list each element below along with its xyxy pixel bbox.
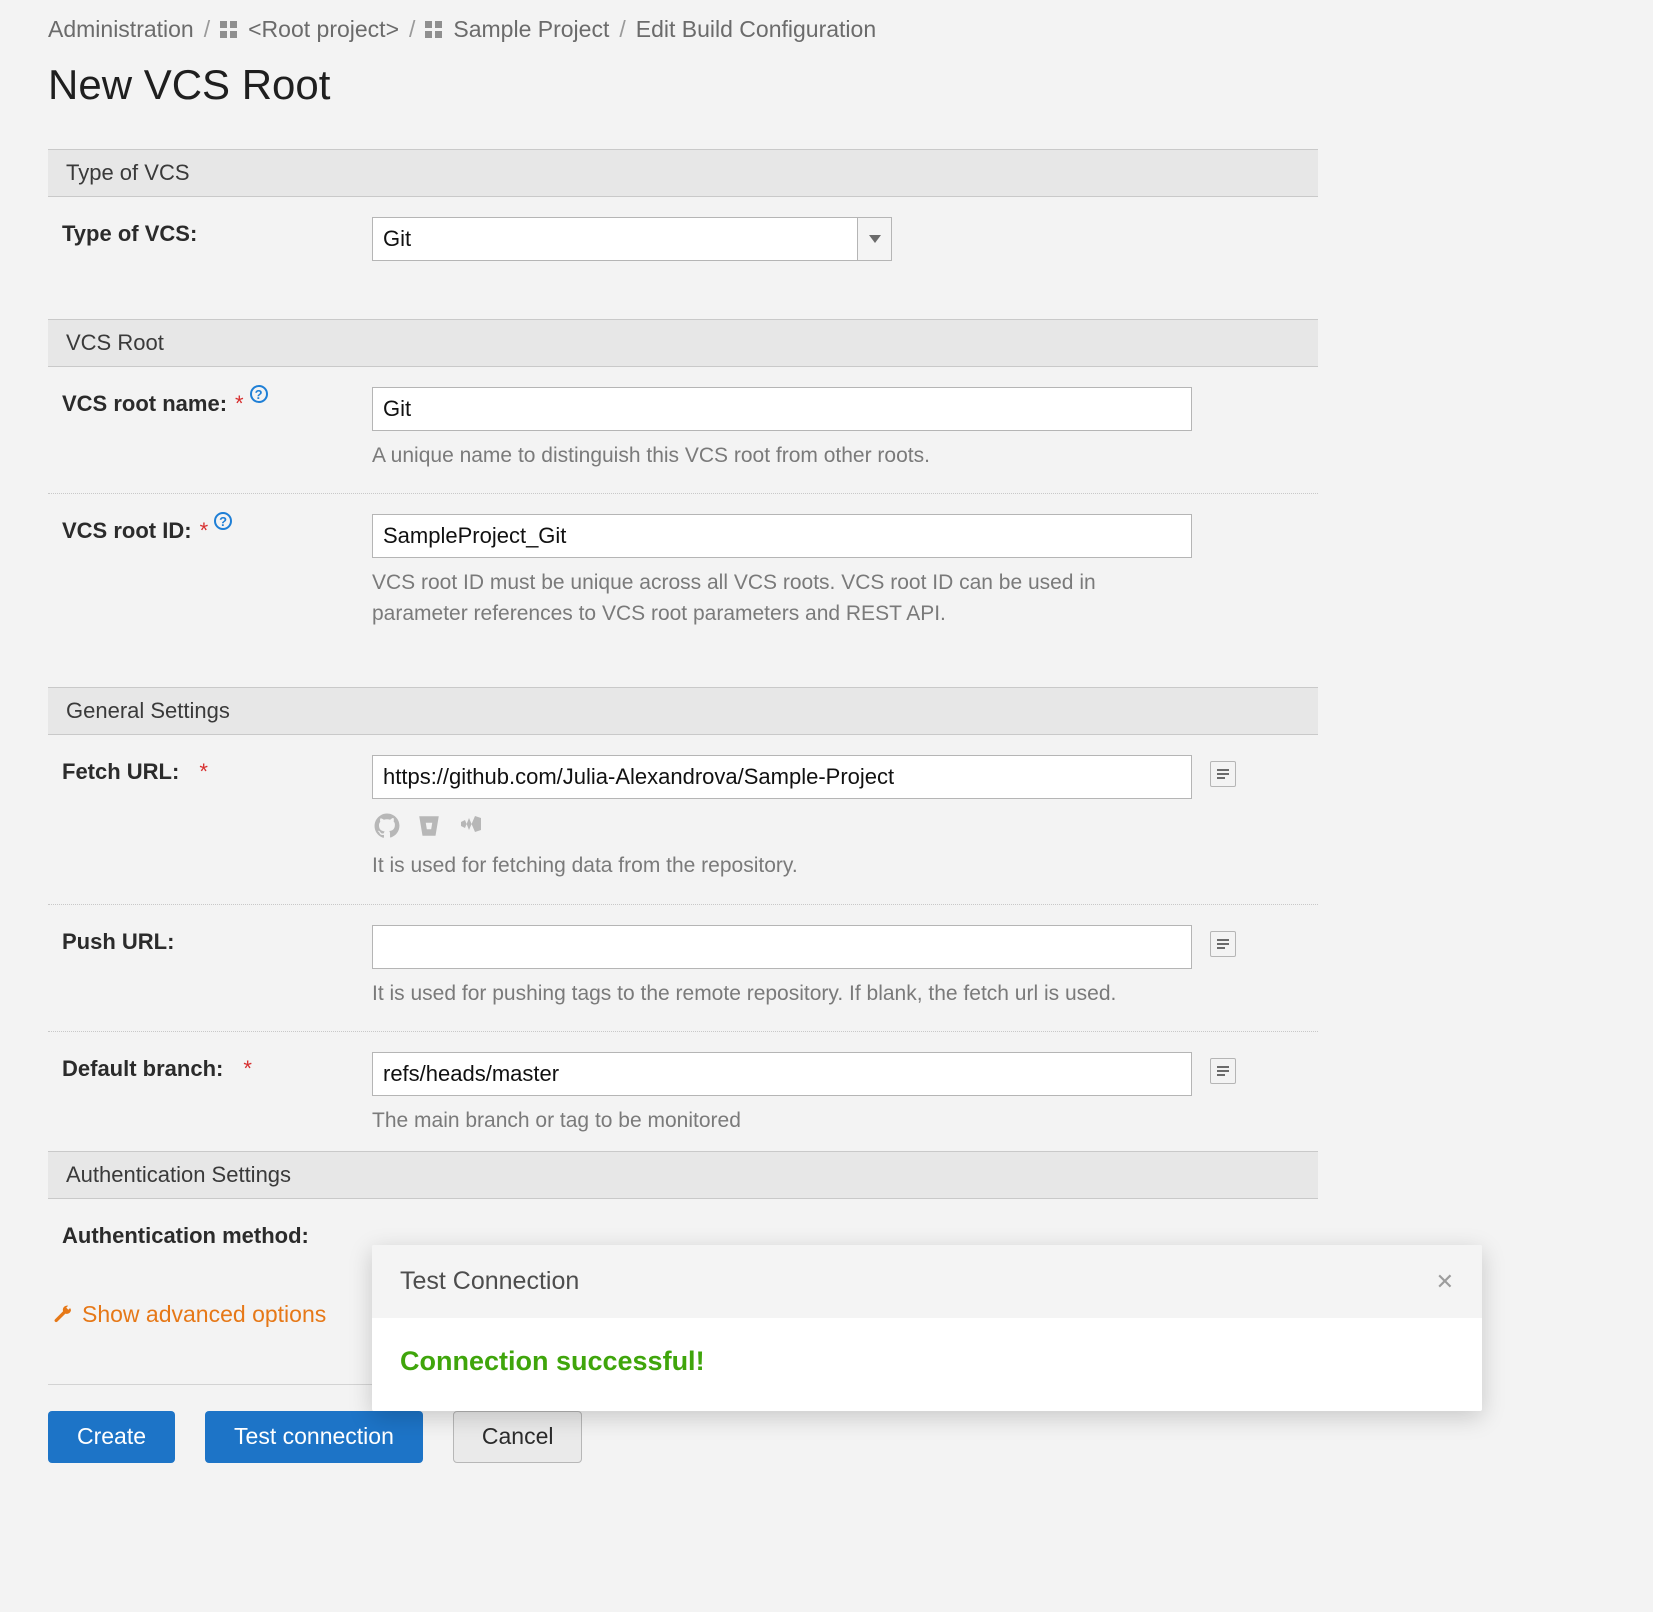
label-default-branch: Default branch: *	[62, 1052, 372, 1082]
breadcrumb-admin[interactable]: Administration	[48, 16, 194, 43]
chevron-down-icon	[857, 218, 891, 260]
hint-fetch-url: It is used for fetching data from the re…	[372, 851, 1192, 881]
required-marker: *	[199, 759, 208, 785]
connection-success-message: Connection successful!	[400, 1346, 1454, 1377]
input-fetch-url[interactable]	[372, 755, 1192, 799]
section-header-vcs-root: VCS Root	[48, 319, 1318, 367]
project-grid-icon	[220, 21, 238, 39]
page-title: New VCS Root	[48, 61, 1605, 109]
label-vcs-root-name: VCS root name: * ?	[62, 387, 372, 417]
input-push-url[interactable]	[372, 925, 1192, 969]
breadcrumb-root[interactable]: <Root project>	[248, 16, 399, 43]
param-ref-icon[interactable]	[1210, 1058, 1236, 1084]
breadcrumb-sep: /	[619, 16, 625, 43]
label-type-of-vcs: Type of VCS:	[62, 217, 372, 247]
breadcrumb-project[interactable]: Sample Project	[453, 16, 609, 43]
breadcrumb: Administration / <Root project> / Sample…	[48, 10, 1605, 61]
label-push-url: Push URL:	[62, 925, 372, 955]
bitbucket-icon[interactable]	[414, 811, 444, 841]
input-default-branch[interactable]	[372, 1052, 1192, 1096]
close-icon[interactable]: ✕	[1436, 1269, 1454, 1295]
label-vcs-root-id: VCS root ID: * ?	[62, 514, 372, 544]
breadcrumb-page[interactable]: Edit Build Configuration	[636, 16, 876, 43]
cancel-button[interactable]: Cancel	[453, 1411, 583, 1463]
help-icon[interactable]: ?	[214, 512, 232, 530]
input-vcs-root-id[interactable]	[372, 514, 1192, 558]
hint-vcs-root-id: VCS root ID must be unique across all VC…	[372, 568, 1192, 629]
select-vcs-type[interactable]: Git	[372, 217, 892, 261]
breadcrumb-sep: /	[409, 16, 415, 43]
required-marker: *	[235, 391, 244, 417]
help-icon[interactable]: ?	[250, 385, 268, 403]
create-button[interactable]: Create	[48, 1411, 175, 1463]
section-header-auth: Authentication Settings	[48, 1151, 1318, 1199]
label-auth-method: Authentication method:	[62, 1219, 372, 1249]
hint-vcs-root-name: A unique name to distinguish this VCS ro…	[372, 441, 1192, 471]
hint-default-branch: The main branch or tag to be monitored	[372, 1106, 1192, 1136]
select-vcs-type-value: Git	[373, 222, 857, 256]
label-fetch-url: Fetch URL: *	[62, 755, 372, 785]
section-header-type: Type of VCS	[48, 149, 1318, 197]
param-ref-icon[interactable]	[1210, 761, 1236, 787]
test-connection-button[interactable]: Test connection	[205, 1411, 423, 1463]
github-icon[interactable]	[372, 811, 402, 841]
test-connection-dialog: Test Connection ✕ Connection successful!	[372, 1245, 1482, 1411]
input-vcs-root-name[interactable]	[372, 387, 1192, 431]
dialog-title: Test Connection	[400, 1267, 579, 1296]
required-marker: *	[200, 518, 209, 544]
required-marker: *	[243, 1056, 252, 1082]
section-header-general: General Settings	[48, 687, 1318, 735]
wrench-icon	[52, 1304, 72, 1324]
param-ref-icon[interactable]	[1210, 931, 1236, 957]
hint-push-url: It is used for pushing tags to the remot…	[372, 979, 1192, 1009]
project-grid-icon	[425, 21, 443, 39]
breadcrumb-sep: /	[204, 16, 210, 43]
vsts-icon[interactable]	[456, 811, 486, 841]
